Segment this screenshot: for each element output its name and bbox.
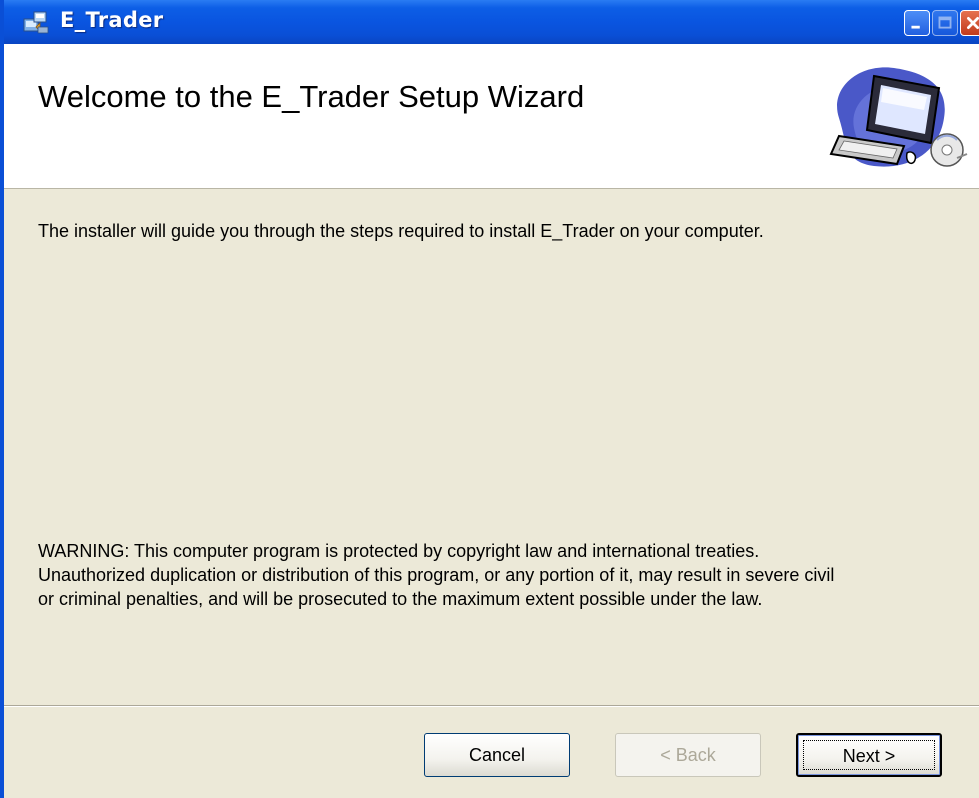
installer-icon bbox=[23, 11, 49, 34]
next-button-label: Next > bbox=[842, 746, 896, 766]
minimize-icon bbox=[911, 25, 920, 29]
wizard-banner: Welcome to the E_Trader Setup Wizard bbox=[4, 44, 979, 189]
title-bar[interactable]: E_Trader bbox=[4, 0, 979, 44]
cancel-button[interactable]: Cancel bbox=[424, 733, 570, 777]
close-button[interactable] bbox=[960, 10, 979, 36]
window-title: E_Trader bbox=[60, 8, 164, 32]
computer-cd-icon bbox=[829, 67, 968, 167]
minimize-button[interactable] bbox=[904, 10, 930, 36]
page-title: Welcome to the E_Trader Setup Wizard bbox=[38, 79, 585, 114]
back-button[interactable]: < Back bbox=[615, 733, 761, 777]
back-button-label: < Back bbox=[660, 745, 716, 765]
maximize-button[interactable] bbox=[932, 10, 958, 36]
cancel-button-label: Cancel bbox=[468, 745, 526, 765]
close-icon bbox=[967, 17, 979, 29]
maximize-icon bbox=[938, 16, 952, 29]
next-button[interactable]: Next > bbox=[796, 733, 942, 777]
footer-divider bbox=[4, 705, 979, 707]
copyright-warning: WARNING: This computer program is protec… bbox=[38, 541, 835, 609]
setup-wizard-window: E_Trader Welcome to the E_Trader Setup W… bbox=[0, 0, 979, 798]
intro-text: The installer will guide you through the… bbox=[38, 221, 764, 241]
